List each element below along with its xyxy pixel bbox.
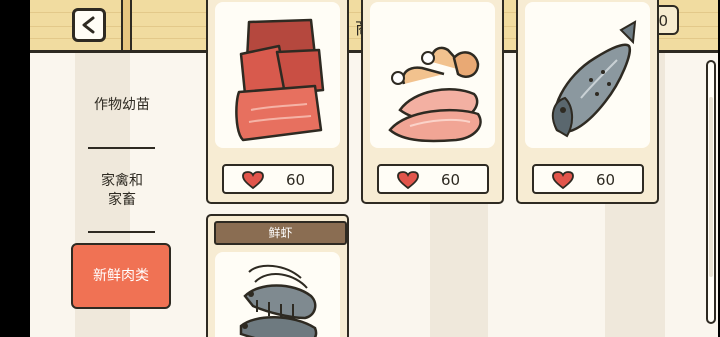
category-label-line2: 家畜 bbox=[108, 192, 136, 208]
category-fresh-meat[interactable]: 新鲜肉类 bbox=[71, 243, 171, 309]
item-name-label: 鲜虾 bbox=[214, 221, 347, 245]
category-label: 新鲜肉类 bbox=[93, 268, 149, 284]
category-seedlings[interactable]: 作物幼苗 bbox=[72, 96, 172, 115]
shop-item-card[interactable]: 60 bbox=[206, 0, 349, 204]
category-poultry-livestock[interactable]: 家禽和 家畜 bbox=[72, 172, 172, 210]
scrollbar-thumb[interactable] bbox=[709, 97, 713, 277]
heart-icon bbox=[242, 171, 264, 189]
price-tag[interactable]: 60 bbox=[222, 164, 334, 194]
shop-item-card[interactable]: 60 bbox=[516, 0, 659, 204]
shrimp-icon bbox=[239, 264, 318, 337]
item-image-area bbox=[370, 2, 495, 148]
item-image-area bbox=[215, 252, 340, 337]
wood-post bbox=[121, 0, 132, 50]
category-label-line1: 家禽和 bbox=[101, 173, 143, 189]
back-button[interactable] bbox=[72, 8, 106, 42]
back-arrow-icon bbox=[82, 16, 95, 34]
heart-icon bbox=[552, 171, 574, 189]
shop-screen: 商店 60 作物幼苗 家禽和 家畜 新鲜肉类 bbox=[30, 0, 718, 337]
price-tag[interactable]: 60 bbox=[377, 164, 489, 194]
divider bbox=[88, 231, 155, 233]
divider bbox=[88, 147, 155, 149]
shop-item-card[interactable]: 鲜虾 bbox=[206, 214, 349, 337]
shop-item-card[interactable]: 60 bbox=[361, 0, 504, 204]
price-value: 60 bbox=[286, 171, 306, 189]
scrollbar[interactable] bbox=[706, 60, 716, 324]
chicken-icon bbox=[388, 46, 482, 143]
fish-icon bbox=[551, 20, 637, 138]
heart-icon bbox=[397, 171, 419, 189]
price-value: 60 bbox=[441, 171, 461, 189]
item-image-area bbox=[215, 2, 340, 148]
beef-icon bbox=[235, 18, 325, 142]
price-value: 60 bbox=[596, 171, 616, 189]
item-image-area bbox=[525, 2, 650, 148]
price-tag[interactable]: 60 bbox=[532, 164, 644, 194]
